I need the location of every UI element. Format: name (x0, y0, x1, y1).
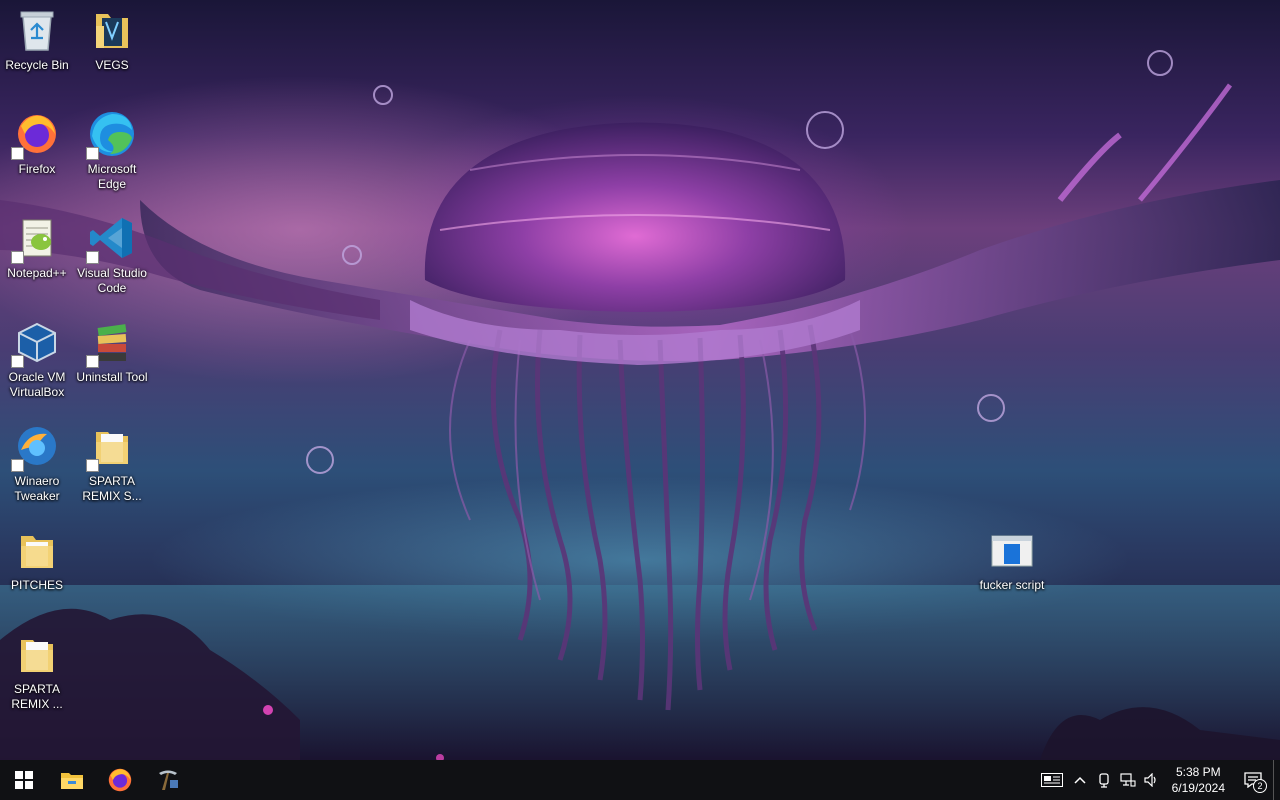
taskbar: 5:38 PM 6/19/2024 2 (0, 760, 1280, 800)
windows-start-icon (15, 771, 33, 789)
desktop-icon-label: SPARTA REMIX S... (82, 474, 142, 503)
desktop-icon-recycle-bin[interactable]: Recycle Bin (0, 6, 74, 98)
desktop-icon-vegs[interactable]: VEGS (75, 6, 149, 98)
show-desktop-button[interactable] (1273, 760, 1280, 800)
shortcut-arrow-icon (11, 355, 24, 368)
uninstall-tool-icon (86, 318, 136, 368)
meet-now-icon (1098, 773, 1109, 788)
desktop-icon-firefox[interactable]: Firefox (0, 110, 74, 202)
show-hidden-icons[interactable] (1068, 760, 1092, 800)
desktop-icon-label: VEGS (95, 58, 129, 72)
virtualbox-icon (11, 318, 61, 368)
desktop-icon-label: Microsoft Edge (87, 162, 137, 191)
desktop-icon-label: Notepad++ (7, 266, 67, 280)
shortcut-arrow-icon (86, 251, 99, 264)
shortcut-arrow-icon (11, 147, 24, 160)
shortcut-arrow-icon (86, 355, 99, 368)
desktop[interactable]: Recycle Bin Firefox Notepad++ Oracle VM … (0, 0, 1280, 760)
pickaxe-icon (159, 770, 178, 790)
vscode-icon (86, 214, 136, 264)
folder-icon (13, 526, 61, 574)
clock-date: 6/19/2024 (1171, 781, 1225, 795)
desktop-icon-label: SPARTA REMIX ... (11, 682, 63, 711)
desktop-icon-label: Winaero Tweaker (14, 474, 60, 503)
system-tray: 5:38 PM 6/19/2024 2 (1036, 760, 1280, 800)
desktop-icon-label: Visual Studio Code (77, 266, 147, 295)
desktop-icon-winaero-tweaker[interactable]: Winaero Tweaker (0, 422, 74, 514)
desktop-icon-label: Oracle VM VirtualBox (8, 370, 66, 399)
desktop-icon-label: PITCHES (10, 578, 63, 592)
edge-icon (86, 110, 136, 160)
taskbar-pickaxe-app[interactable] (144, 760, 192, 800)
shortcut-arrow-icon (86, 147, 99, 160)
network-icon (1120, 773, 1136, 787)
desktop-icon-microsoft-edge[interactable]: Microsoft Edge (75, 110, 149, 202)
wallpaper-jellyfish (0, 50, 1280, 760)
desktop-icon-uninstall-tool[interactable]: Uninstall Tool (75, 318, 149, 410)
notification-center-button[interactable]: 2 (1233, 760, 1273, 800)
taskbar-file-explorer[interactable] (48, 760, 96, 800)
recycle-bin-icon (13, 6, 61, 54)
firefox-icon (108, 768, 132, 792)
desktop-icon-sparta-remix-1[interactable]: SPARTA REMIX S... (75, 422, 149, 514)
volume-control[interactable] (1140, 760, 1164, 800)
desktop-icon-pitches[interactable]: PITCHES (0, 526, 74, 618)
taskbar-clock[interactable]: 5:38 PM 6/19/2024 (1164, 764, 1233, 796)
news-widget-icon (1040, 773, 1063, 787)
desktop-icon-label: Uninstall Tool (76, 370, 148, 384)
firefox-icon (11, 110, 61, 160)
shortcut-arrow-icon (11, 459, 24, 472)
desktop-icon-vscode[interactable]: Visual Studio Code (75, 214, 149, 306)
desktop-icon-label: Firefox (18, 162, 56, 176)
desktop-icon-label: Recycle Bin (5, 58, 69, 72)
desktop-icon-notepadpp[interactable]: Notepad++ (0, 214, 74, 306)
volume-icon (1144, 773, 1156, 787)
notification-count-badge: 2 (1253, 779, 1267, 793)
notepadpp-icon (11, 214, 61, 264)
desktop-icon-label: fucker script (979, 578, 1045, 592)
shortcut-arrow-icon (11, 251, 24, 264)
chevron-up-icon (1074, 776, 1086, 784)
news-widget[interactable] (1036, 760, 1068, 800)
desktop-icon-virtualbox[interactable]: Oracle VM VirtualBox (0, 318, 74, 410)
desktop-icon-fucker-script[interactable]: fucker script (974, 526, 1050, 618)
script-file-icon (988, 526, 1036, 574)
meet-now[interactable] (1092, 760, 1116, 800)
folder-icon (13, 630, 61, 678)
folder-icon (86, 422, 136, 472)
folder-icon (88, 6, 136, 54)
desktop-icon-sparta-remix-2[interactable]: SPARTA REMIX ... (0, 630, 74, 722)
file-explorer-icon (61, 773, 83, 789)
winaero-icon (11, 422, 61, 472)
start-button[interactable] (0, 760, 48, 800)
network-status[interactable] (1116, 760, 1140, 800)
clock-time: 5:38 PM (1175, 765, 1221, 779)
taskbar-firefox[interactable] (96, 760, 144, 800)
shortcut-arrow-icon (86, 459, 99, 472)
